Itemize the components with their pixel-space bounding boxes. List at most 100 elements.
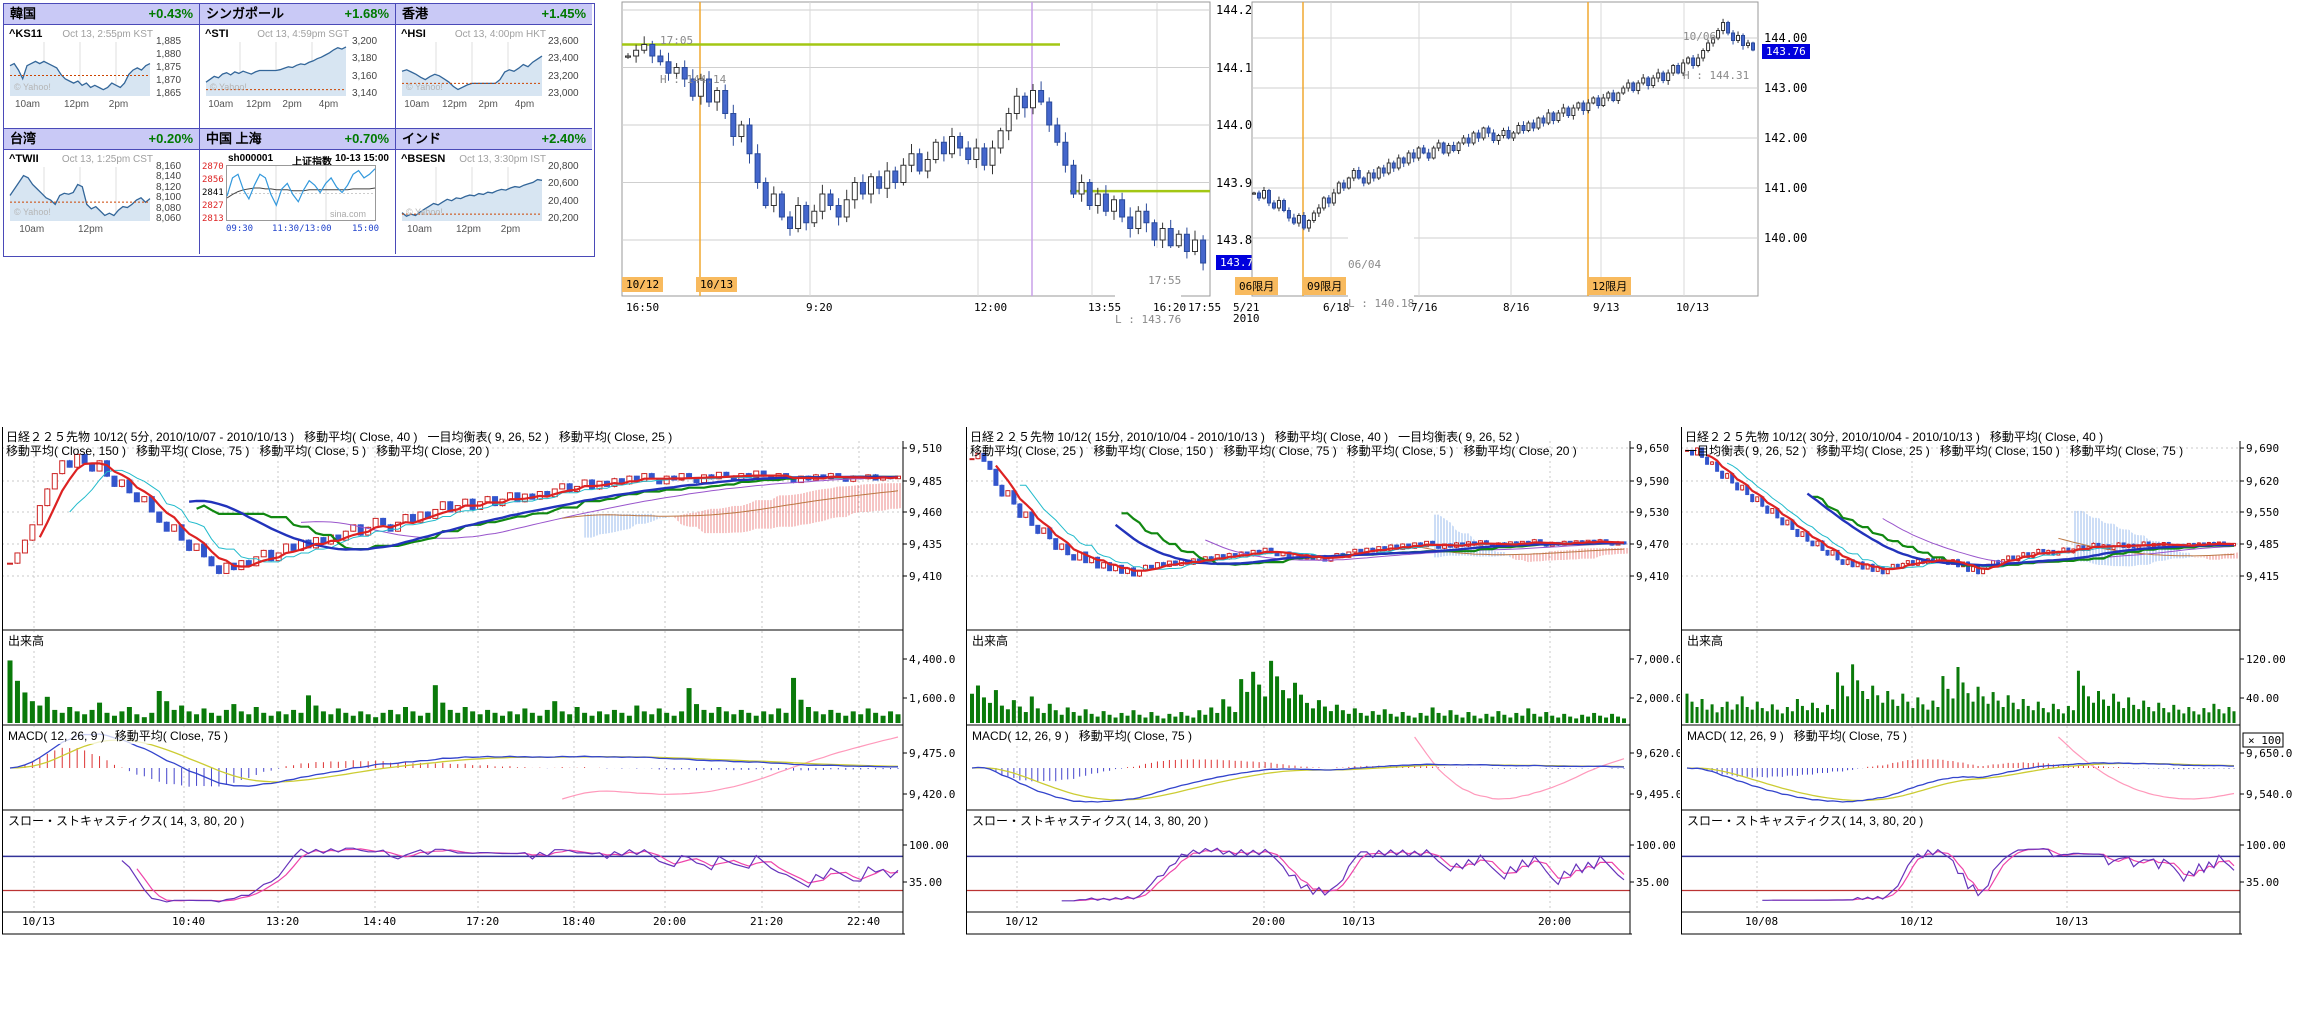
y-axis-tick-label: 8,100 [156, 192, 181, 203]
volume-panel-label: 出来高 [1687, 632, 1723, 649]
x-axis-tick-label: 10/13 [1676, 301, 1709, 314]
y-axis-tick-label: 1,870 [156, 75, 181, 86]
index-panel-taiwan: 台湾 +0.20% ^TWII Oct 13, 1:25pm CST 8,160… [4, 129, 200, 254]
low-annotation: 06/04 L : 140.18 [1348, 232, 1414, 336]
y-axis-tick-label: 141.00 [1764, 181, 1807, 195]
y-axis-tick-label: 8,080 [156, 203, 181, 214]
x-axis-tick-label: 15:00 [352, 224, 379, 234]
price-axis-tick: 9,620 [2246, 475, 2279, 488]
macd-axis-tick: 9,620.0 [1636, 747, 1680, 760]
y-axis-tick-label: 8,160 [156, 161, 181, 172]
last-price-box: 143.76 [1762, 44, 1810, 59]
x-axis-tick-label: 12pm [64, 99, 89, 110]
stochastics-panel-label: スロー・ストキャスティクス( 14, 3, 80, 20 ) [1687, 812, 1923, 829]
nikkei-30min-chart: 9,6909,6209,5509,4859,415120.0040.009,65… [1681, 427, 2306, 942]
ticker-symbol: ^STI [205, 28, 229, 40]
volume-panel-label: 出来高 [8, 632, 44, 649]
y-axis-tick-label: 23,200 [548, 71, 579, 82]
macd-panel-label: MACD( 12, 26, 9 ) 移動平均( Close, 75 ) [8, 727, 228, 744]
y-axis-tick-label: 143.00 [1764, 81, 1807, 95]
price-axis-tick: 9,690 [2246, 442, 2279, 455]
x-axis-tick-label: 10am [407, 224, 432, 235]
stoch-axis-tick: 100.00 [1636, 839, 1676, 852]
date-box: 09限月 [1303, 277, 1346, 295]
volume-multiplier-label: × 100 [2248, 734, 2281, 747]
y-axis-tick-label: 23,400 [548, 53, 579, 64]
y-axis-tick-label: 8,140 [156, 171, 181, 182]
trading-dashboard: { "page": {"background": "#ffffff"}, "co… [0, 0, 2306, 1028]
y-axis-tick-label: 2856 [202, 175, 224, 185]
x-axis-tick-label: 10/13 [1342, 915, 1375, 928]
x-axis-tick-label: 10/13 [22, 915, 55, 928]
sina-watermark: sina.com [330, 209, 366, 219]
price-axis-tick: 9,485 [909, 475, 942, 488]
macd-axis-tick: 9,650.0 [2246, 747, 2292, 760]
y-axis: 23,600 23,400 23,200 23,000 [546, 4, 590, 129]
y-axis-tick-label: 20,800 [548, 161, 579, 172]
high-time: 17:05 [660, 34, 726, 47]
price-axis-tick: 9,550 [2246, 506, 2279, 519]
price-axis-tick: 9,485 [2246, 538, 2279, 551]
ticker-symbol: ^KS11 [9, 28, 42, 40]
high-annotation: 10/06 H : 144.31 [1683, 4, 1749, 108]
x-axis: 10am12pm [8, 224, 152, 238]
market-name: 香港 [402, 4, 428, 24]
x-axis-tick-label: 10/12 [1900, 915, 1933, 928]
x-axis-tick-label: 09:30 [226, 224, 253, 234]
y-axis-tick-label: 23,600 [548, 36, 579, 47]
x-axis-tick-label: 10am [404, 99, 429, 110]
quote-timestamp: Oct 13, 1:25pm CST [62, 154, 153, 165]
price-axis-tick: 9,470 [1636, 538, 1669, 551]
x-axis-tick-label: 8/16 [1503, 301, 1530, 314]
index-panel-india: インド +2.40% ^BSESN Oct 13, 3:30pm IST 20,… [396, 129, 592, 254]
y-axis-tick-label: 3,200 [352, 36, 377, 47]
x-axis-tick-label: 4pm [515, 99, 534, 110]
x-axis-tick-label: 13:20 [266, 915, 299, 928]
quote-timestamp: Oct 13, 4:59pm SGT [257, 29, 349, 40]
quote-timestamp: Oct 13, 2:55pm KST [62, 29, 153, 40]
market-name: 韓国 [10, 4, 36, 24]
x-axis-tick-label: 2pm [282, 99, 301, 110]
x-axis-tick-label: 2pm [501, 224, 520, 235]
x-axis-tick-label: 12:00 [974, 301, 1007, 314]
chart-title-line2: 移動平均( Close, 25 ) 移動平均( Close, 150 ) 移動平… [970, 442, 1577, 459]
macd-axis-tick: 9,495.0 [1636, 788, 1680, 801]
low-time: 06/04 [1348, 258, 1414, 271]
stochastics-panel-label: スロー・ストキャスティクス( 14, 3, 80, 20 ) [8, 812, 244, 829]
y-axis-tick-label: 23,000 [548, 88, 579, 99]
x-axis-tick-label: 14:40 [363, 915, 396, 928]
panel-header: 中国 上海 +0.70% [200, 129, 395, 150]
y-axis: 8,1608,1408,1208,1008,0808,060 [154, 129, 198, 254]
stoch-axis-tick: 100.00 [2246, 839, 2286, 852]
quote-timestamp: 10-13 15:00 [335, 153, 389, 164]
x-axis-tick-label: 10/08 [1745, 915, 1778, 928]
usdjpy-daily-chart: 10/06 H : 144.31 06/04 L : 140.18 143.76… [1228, 0, 1850, 325]
high-value: H : 144.14 [660, 73, 726, 86]
x-axis-tick-label: 12pm [78, 224, 103, 235]
y-axis-tick-label: 144.00 [1764, 31, 1807, 45]
y-axis-tick-label: 1,880 [156, 49, 181, 60]
price-axis-tick: 9,415 [2246, 570, 2279, 583]
y-axis-tick-label: 20,600 [548, 178, 579, 189]
ticker-symbol: ^HSI [401, 28, 426, 40]
y-axis-tick-label: 2827 [202, 201, 224, 211]
price-axis-tick: 9,460 [909, 506, 942, 519]
date-box: 12限月 [1588, 277, 1631, 295]
x-axis-tick-label: 20:00 [1252, 915, 1285, 928]
y-axis-tick-label: 142.00 [1764, 131, 1807, 145]
stochastics-panel-label: スロー・ストキャスティクス( 14, 3, 80, 20 ) [972, 812, 1208, 829]
y-axis-tick-label: 1,865 [156, 88, 181, 99]
y-axis-tick-label: 1,885 [156, 36, 181, 47]
x-axis-year-label: 2010 [1233, 312, 1260, 325]
x-axis-tick-label: 20:00 [653, 915, 686, 928]
x-axis-tick-label: 2pm [109, 99, 128, 110]
volume-axis-tick: 40.00 [2246, 692, 2279, 705]
y-axis-tick-label: 20,200 [548, 213, 579, 224]
yahoo-watermark: © Yahoo! [406, 82, 443, 92]
volume-axis-tick: 4,400.0 [909, 653, 955, 666]
price-axis-tick: 9,590 [1636, 475, 1669, 488]
x-axis: 10am12pm2pm4pm [400, 99, 544, 113]
usdjpy-intraday-chart: 17:05 H : 144.14 17:55 L : 143.76 143.76… [620, 0, 1292, 325]
index-panel-shanghai: 中国 上海 +0.70% sh000001 上证指数 10-13 15:00 2… [200, 129, 396, 254]
stoch-axis-tick: 35.00 [909, 876, 942, 889]
